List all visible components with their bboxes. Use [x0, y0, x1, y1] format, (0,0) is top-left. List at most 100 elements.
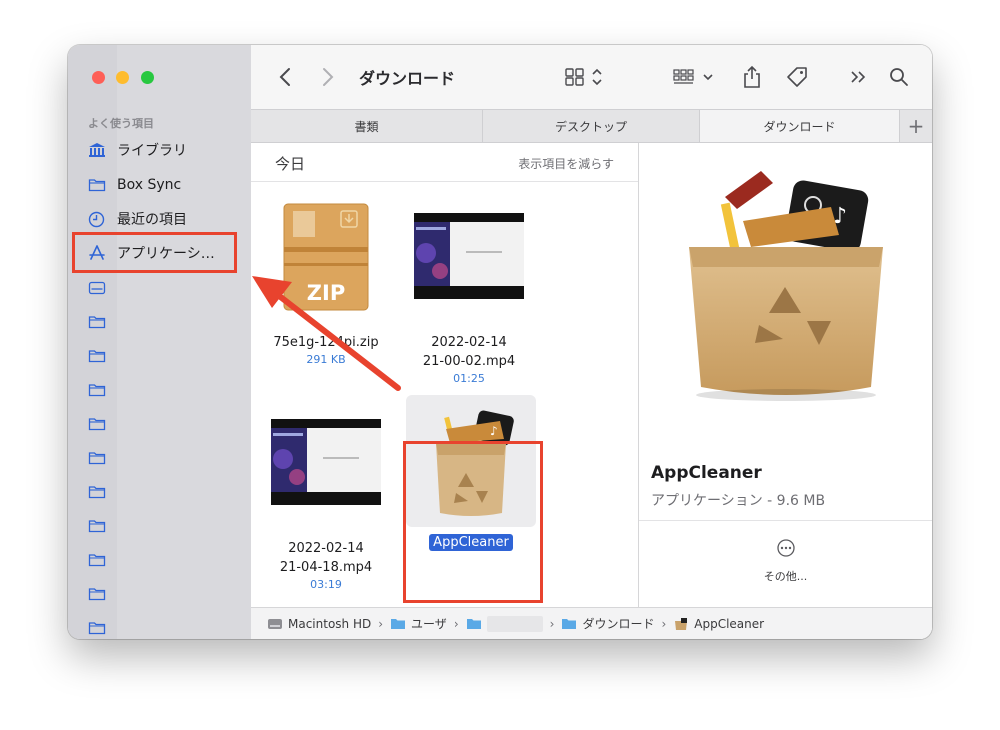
file-item-zip[interactable]: ZIP 75e1g-124pi.zip 291 KB: [251, 203, 401, 367]
search-button[interactable]: [887, 65, 911, 89]
file-item-video-1[interactable]: 2022-02-14 21-00-02.mp4 01:25: [394, 213, 544, 386]
forward-button[interactable]: [316, 65, 340, 89]
file-name-line1: 2022-02-14: [431, 335, 507, 350]
sidebar-item-folder[interactable]: [88, 378, 238, 402]
tab-documents[interactable]: 書類: [251, 110, 483, 142]
external-drive-icon: [88, 281, 110, 295]
folder-icon: [88, 451, 110, 465]
folder-icon: [88, 178, 110, 192]
preview-pane: ♪ AppCleaner アプリケーション - 9.6 MB その他...: [639, 143, 932, 607]
svg-text:♪: ♪: [490, 424, 498, 438]
group-title: 今日: [275, 155, 306, 173]
path-item-appcleaner[interactable]: AppCleaner: [673, 617, 764, 631]
sidebar-item-folder[interactable]: [88, 514, 238, 538]
sidebar-item-folder[interactable]: [88, 548, 238, 572]
file-meta: 03:19: [310, 578, 342, 591]
video-thumbnail: [271, 419, 381, 505]
sidebar-item-folder[interactable]: [88, 616, 238, 639]
group-button[interactable]: [671, 65, 719, 89]
close-button[interactable]: [92, 71, 105, 84]
tab-downloads[interactable]: ダウンロード: [700, 110, 900, 142]
sidebar-item-folder[interactable]: [88, 412, 238, 436]
folder-icon: [88, 349, 110, 363]
folder-icon: [88, 621, 110, 635]
back-button[interactable]: [273, 65, 297, 89]
sidebar-item-box-sync[interactable]: Box Sync: [88, 173, 238, 197]
chevron-right-icon: ›: [378, 616, 384, 631]
chevron-right-icon: [323, 68, 334, 86]
sidebar: よく使う項目 ライブラリ Box Sync 最近の項目 アプリケーシ…: [68, 45, 252, 639]
more-toolbar-button[interactable]: [847, 65, 871, 89]
sidebar-item-folder[interactable]: [88, 480, 238, 504]
view-mode-button[interactable]: [563, 65, 609, 89]
tab-desktop[interactable]: デスクトップ: [483, 110, 700, 142]
sidebar-item-folder[interactable]: [88, 310, 238, 334]
path-item-users[interactable]: ユーザ: [390, 615, 447, 632]
preview-title: AppCleaner: [651, 463, 762, 483]
file-meta: 01:25: [453, 372, 485, 385]
divider: [251, 181, 638, 182]
sidebar-item-label: 最近の項目: [117, 212, 187, 228]
file-item-video-2[interactable]: 2022-02-14 21-04-18.mp4 03:19: [251, 419, 401, 592]
video-thumbnail: [414, 213, 524, 299]
more-button[interactable]: その他...: [639, 538, 932, 584]
grid-view-icon: [565, 68, 602, 86]
file-name-line2: 21-00-02.mp4: [422, 354, 516, 369]
hard-drive-icon: [268, 618, 282, 629]
sidebar-section-favorites: よく使う項目: [88, 117, 154, 130]
file-name: 75e1g-124pi.zip: [273, 335, 379, 350]
preview-meta: アプリケーション - 9.6 MB: [651, 493, 826, 509]
building-columns-icon: [88, 142, 110, 158]
tag-button[interactable]: [783, 65, 811, 89]
sidebar-item-drive[interactable]: [88, 276, 238, 300]
search-icon: [890, 68, 908, 86]
folder-icon: [391, 619, 406, 629]
minimize-button[interactable]: [116, 71, 129, 84]
folder-icon: [88, 417, 110, 431]
appcleaner-small-icon: [675, 617, 688, 630]
ellipsis-circle-icon: [776, 539, 795, 557]
path-item-macintosh-hd[interactable]: Macintosh HD: [267, 617, 371, 631]
share-icon: [744, 65, 760, 88]
path-item-downloads[interactable]: ダウンロード: [561, 615, 654, 632]
highlight-box-appcleaner: [403, 441, 543, 603]
zoom-button[interactable]: [141, 71, 154, 84]
window-title: ダウンロード: [359, 69, 456, 88]
file-area: 今日 表示項目を減らす ZIP 75e1g-124pi.zip 291 KB 2…: [251, 143, 639, 607]
redacted-username: [486, 615, 543, 632]
show-less-link[interactable]: 表示項目を減らす: [518, 155, 614, 172]
tag-icon: [787, 67, 807, 87]
video-preview-image: [271, 419, 381, 505]
chevron-left-icon: [279, 68, 290, 86]
double-chevron-right-icon: [851, 71, 866, 83]
main-area: ダウンロード 書類 デスクトップ ダウンロード + 今日 表示項目を減らす ZI…: [251, 45, 932, 639]
folder-icon: [88, 383, 110, 397]
chevron-right-icon: ›: [549, 616, 555, 631]
home-folder-icon: [466, 619, 481, 629]
divider: [639, 520, 932, 521]
video-preview-image: [414, 213, 524, 299]
file-name-line2: 21-04-18.mp4: [279, 560, 373, 575]
zip-thumbnail: ZIP: [283, 203, 369, 311]
clock-icon: [88, 211, 110, 228]
finder-window: よく使う項目 ライブラリ Box Sync 最近の項目 アプリケーシ… ダウンロ…: [68, 45, 932, 639]
highlight-box-applications: [72, 232, 237, 273]
folder-icon: [88, 553, 110, 567]
group-icon: [673, 69, 713, 84]
path-item-home[interactable]: [466, 615, 543, 632]
downloads-folder-icon: [562, 619, 577, 629]
sidebar-item-label: ライブラリ: [117, 143, 187, 159]
share-button[interactable]: [739, 63, 765, 91]
toolbar: ダウンロード: [251, 45, 932, 109]
file-meta: 291 KB: [306, 353, 346, 366]
sidebar-item-folder[interactable]: [88, 582, 238, 606]
file-name-line1: 2022-02-14: [288, 541, 364, 556]
sidebar-item-folder[interactable]: [88, 446, 238, 470]
new-tab-button[interactable]: +: [900, 110, 932, 142]
tab-bar: 書類 デスクトップ ダウンロード +: [251, 109, 932, 143]
sidebar-item-library[interactable]: ライブラリ: [88, 138, 238, 162]
sidebar-item-recents[interactable]: 最近の項目: [88, 207, 238, 231]
sidebar-item-folder[interactable]: [88, 344, 238, 368]
more-label: その他...: [763, 570, 808, 583]
appcleaner-large-icon: ♪: [689, 171, 883, 401]
